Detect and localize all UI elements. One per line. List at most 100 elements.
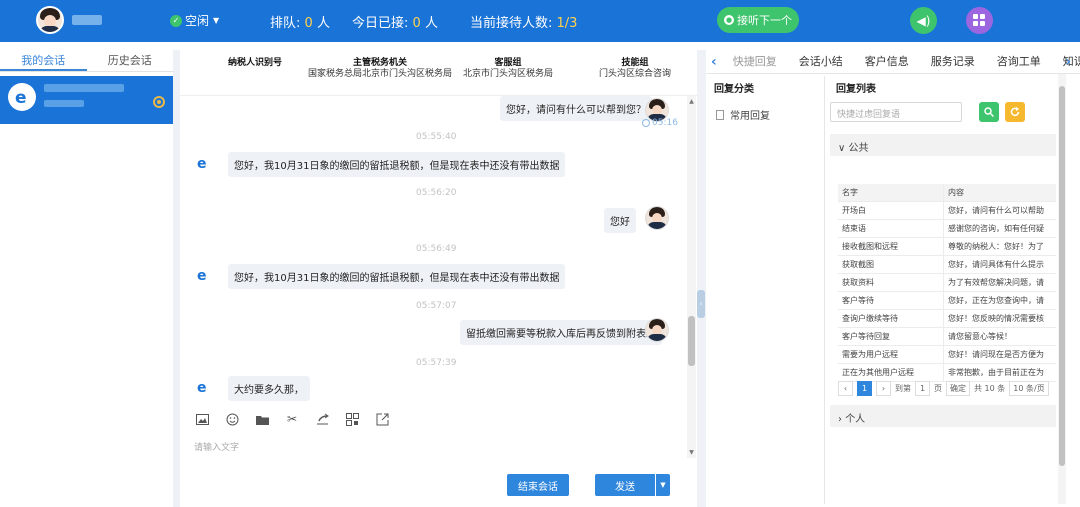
next-customer-button[interactable]: ● 接听下一个 xyxy=(717,7,799,33)
tabs-next-icon[interactable]: › xyxy=(1060,50,1076,74)
scroll-up-icon[interactable]: ▲ xyxy=(687,98,696,105)
emoji-icon[interactable] xyxy=(224,411,240,427)
refresh-button[interactable] xyxy=(1005,102,1025,122)
left-tabs: 我的会话 历史会话 xyxy=(0,50,173,72)
tab-consult-ticket[interactable]: 咨询工单 xyxy=(986,50,1052,74)
current-label: 当前接待人数: xyxy=(470,16,553,31)
left-gutter xyxy=(173,50,180,507)
scroll-thumb[interactable] xyxy=(688,316,695,366)
page-number[interactable]: 1 xyxy=(857,381,872,396)
table-row[interactable]: 结束语 感谢您的咨询，如有任何疑 xyxy=(838,220,1056,238)
agent-name-redacted xyxy=(72,15,102,25)
group-personal[interactable]: › 个人 xyxy=(830,405,1056,427)
customer-message: 大约要多久那， xyxy=(228,376,310,401)
transfer-icon[interactable] xyxy=(374,411,390,427)
status-dropdown[interactable]: ✓ 空闲 ▼ xyxy=(170,12,219,29)
goto-label: 到第 xyxy=(895,384,911,393)
time-divider: 05:55:40 xyxy=(416,132,457,142)
agent-avatar-small xyxy=(645,318,669,342)
table-row[interactable]: 客户等待回复 请您留意心等候！ xyxy=(838,328,1056,346)
headset-icon: ● xyxy=(724,15,734,25)
tab-quick-reply[interactable]: 快捷回复 xyxy=(722,50,788,74)
table-row[interactable]: 接收截图和远程 尊敬的纳税人：您好！为了 xyxy=(838,238,1056,256)
timestamp-text: 05:16 xyxy=(652,118,678,128)
scroll-thumb[interactable] xyxy=(1059,86,1065,466)
table-row[interactable]: 客户等待 您好，正在为您查询中，请 xyxy=(838,292,1056,310)
search-button[interactable] xyxy=(979,102,999,122)
svg-text:e: e xyxy=(15,88,27,107)
info-head: 技能组 xyxy=(621,58,649,68)
apps-button[interactable] xyxy=(966,7,993,34)
customer-info-redacted xyxy=(44,100,84,107)
end-session-button[interactable]: 结束会话 xyxy=(507,474,569,496)
panel-collapse-handle[interactable]: ‹ xyxy=(697,290,705,318)
table-row[interactable]: 获取资料 为了有效帮您解决问题，请 xyxy=(838,274,1056,292)
folder-icon[interactable] xyxy=(254,411,270,427)
sound-button[interactable]: ◀) xyxy=(910,7,937,34)
table-row[interactable]: 获取截图 您好，请问具体有什么提示 xyxy=(838,256,1056,274)
chat-toolbar: ✂ xyxy=(194,411,390,427)
send-options-dropdown[interactable]: ▼ xyxy=(656,474,670,496)
next-page-icon[interactable]: › xyxy=(876,381,891,396)
table-row[interactable]: 正在为其他用户远程 非常抱歉，由于目前正在为 xyxy=(838,364,1056,382)
share-icon[interactable] xyxy=(314,411,330,427)
chevron-down-icon: ∨ xyxy=(838,143,846,154)
agent-message: 您好 xyxy=(604,208,636,233)
clock-icon xyxy=(642,119,650,127)
table-row[interactable]: 需要为用户远程 您好！请问现在是否方便为 xyxy=(838,346,1056,364)
agent-message: 您好，请问有什么可以帮到您？ xyxy=(500,96,652,121)
reply-content: 您好！您反映的情况需要核 xyxy=(948,314,1044,323)
customer-message: 您好，我10月31日象的缴回的留抵退税额，但是现在表中还没有带出数据 xyxy=(228,264,566,289)
scissors-icon[interactable]: ✂ xyxy=(284,411,300,427)
document-icon xyxy=(716,109,724,120)
reply-content: 非常抱歉，由于目前正在为 xyxy=(948,368,1044,377)
goto-confirm-button[interactable]: 确定 xyxy=(946,381,970,396)
group-public[interactable]: ∨ 公共 xyxy=(830,134,1056,156)
message-input[interactable]: 请输入文字 xyxy=(194,440,239,453)
queue-unit: 人 xyxy=(316,16,330,31)
tabs-prev-icon[interactable]: ‹ xyxy=(706,54,722,70)
customer-ie-icon: e xyxy=(194,154,212,172)
prev-page-icon[interactable]: ‹ xyxy=(838,381,853,396)
scroll-down-icon[interactable]: ▼ xyxy=(687,449,696,456)
tab-service-records[interactable]: 服务记录 xyxy=(920,50,986,74)
group-label: 个人 xyxy=(845,414,866,425)
agent-avatar[interactable] xyxy=(36,6,64,34)
qrcode-icon[interactable] xyxy=(344,411,360,427)
goto-input[interactable]: 1 xyxy=(915,381,930,396)
reply-search-input[interactable]: 快捷过虑回复语 xyxy=(830,102,962,122)
ie-browser-icon: e xyxy=(8,83,36,111)
info-tax-authority: 主管税务机关 国家税务总局北京市门头沟区税务局 xyxy=(305,58,455,80)
page-size-select[interactable]: 10 条/页 xyxy=(1009,381,1049,396)
conversation-item[interactable]: e xyxy=(0,76,173,124)
chat-scrollbar[interactable]: ▲ ▼ xyxy=(687,96,696,458)
list-title: 回复列表 xyxy=(836,84,876,95)
info-value: 国家税务总局北京市门头沟区税务局 xyxy=(307,69,452,79)
tab-customer-info[interactable]: 客户信息 xyxy=(854,50,920,74)
tab-my-sessions[interactable]: 我的会话 xyxy=(0,50,87,71)
customer-name-redacted xyxy=(44,84,124,92)
panel-scrollbar[interactable] xyxy=(1058,74,1066,504)
agent-message: 留抵缴回需要等税款入库后再反馈到附表二 xyxy=(460,320,662,345)
time-divider: 05:56:20 xyxy=(416,188,457,198)
pending-indicator-icon xyxy=(153,96,165,108)
reply-name: 查询户缴续等待 xyxy=(838,310,944,327)
status-check-icon: ✓ xyxy=(170,14,182,27)
category-item[interactable]: 常用回复 xyxy=(708,99,824,130)
reply-content: 您好！请问现在是否方便为 xyxy=(948,350,1044,359)
image-icon[interactable] xyxy=(194,411,210,427)
table-row[interactable]: 查询户缴续等待 您好！您反映的情况需要核 xyxy=(838,310,1056,328)
chat-panel: 纳税人识别号 主管税务机关 国家税务总局北京市门头沟区税务局 客服组 北京市门头… xyxy=(180,50,697,507)
reply-table: 名字 内容 开场白 您好，请问有什么可以帮助 结束语 感谢您的咨询，如有任何疑 接收截图… xyxy=(838,184,1056,382)
reply-name: 开场白 xyxy=(838,202,944,219)
right-tabs: ‹ 快捷回复 会话小结 客户信息 服务记录 咨询工单 知识 › xyxy=(706,50,1080,74)
reply-name: 接收截图和远程 xyxy=(838,238,944,255)
queue-label: 排队: xyxy=(270,16,301,31)
info-head: 纳税人识别号 xyxy=(227,58,282,68)
send-button[interactable]: 发送 xyxy=(595,474,655,496)
chevron-down-icon: ▼ xyxy=(660,481,666,489)
grid-icon xyxy=(973,14,985,26)
tab-history-sessions[interactable]: 历史会话 xyxy=(87,50,174,71)
table-row[interactable]: 开场白 您好，请问有什么可以帮助 xyxy=(838,202,1056,220)
tab-session-summary[interactable]: 会话小结 xyxy=(788,50,854,74)
